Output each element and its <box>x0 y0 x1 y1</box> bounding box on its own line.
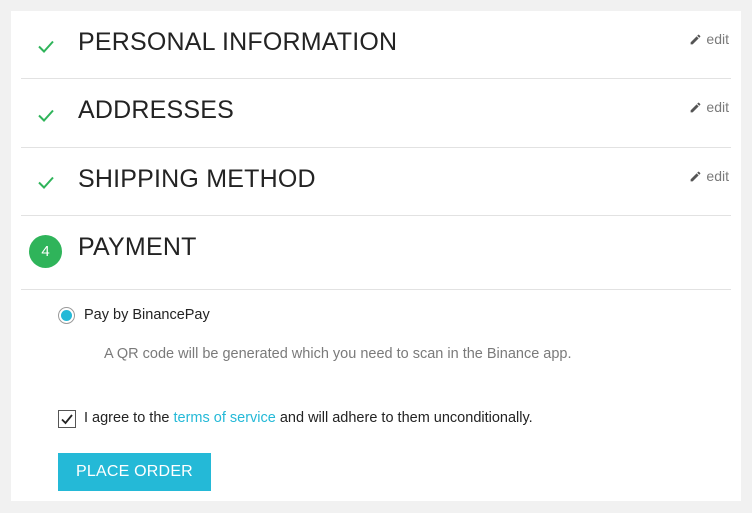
terms-prefix: I agree to the <box>84 410 174 426</box>
pencil-icon <box>691 34 701 44</box>
step-number-badge: 4 <box>29 235 62 268</box>
edit-link[interactable]: edit <box>689 168 729 184</box>
terms-of-service-link[interactable]: terms of service <box>173 410 275 426</box>
step-title: PAYMENT <box>78 233 197 261</box>
terms-label: I agree to the terms of service and will… <box>84 410 533 426</box>
step-title: SHIPPING METHOD <box>78 165 316 193</box>
edit-link[interactable]: edit <box>689 31 729 47</box>
check-icon <box>38 40 54 53</box>
payment-option-description: A QR code will be generated which you ne… <box>104 346 572 362</box>
step-title: ADDRESSES <box>78 96 235 124</box>
terms-checkbox[interactable] <box>58 410 76 428</box>
step-addresses[interactable]: ADDRESSES edit <box>21 79 731 148</box>
step-title: PERSONAL INFORMATION <box>78 28 398 56</box>
checkmark-icon <box>61 414 73 425</box>
edit-label: edit <box>706 31 729 47</box>
edit-link[interactable]: edit <box>689 99 729 115</box>
pencil-icon <box>691 102 701 112</box>
place-order-button[interactable]: PLACE ORDER <box>58 453 211 491</box>
edit-label: edit <box>706 168 729 184</box>
check-icon <box>38 176 54 189</box>
radio-selected-dot <box>61 310 72 321</box>
checkout-card: PERSONAL INFORMATION edit ADDRESSES edit… <box>11 11 741 501</box>
step-payment: 4 PAYMENT <box>21 216 731 290</box>
step-shipping-method[interactable]: SHIPPING METHOD edit <box>21 148 731 216</box>
edit-label: edit <box>706 99 729 115</box>
payment-option-label[interactable]: Pay by BinancePay <box>84 307 210 323</box>
pencil-icon <box>691 171 701 181</box>
binancepay-radio[interactable] <box>58 307 75 324</box>
terms-suffix: and will adhere to them unconditionally. <box>275 410 533 426</box>
step-personal-information[interactable]: PERSONAL INFORMATION edit <box>21 11 731 79</box>
check-icon <box>38 109 54 122</box>
